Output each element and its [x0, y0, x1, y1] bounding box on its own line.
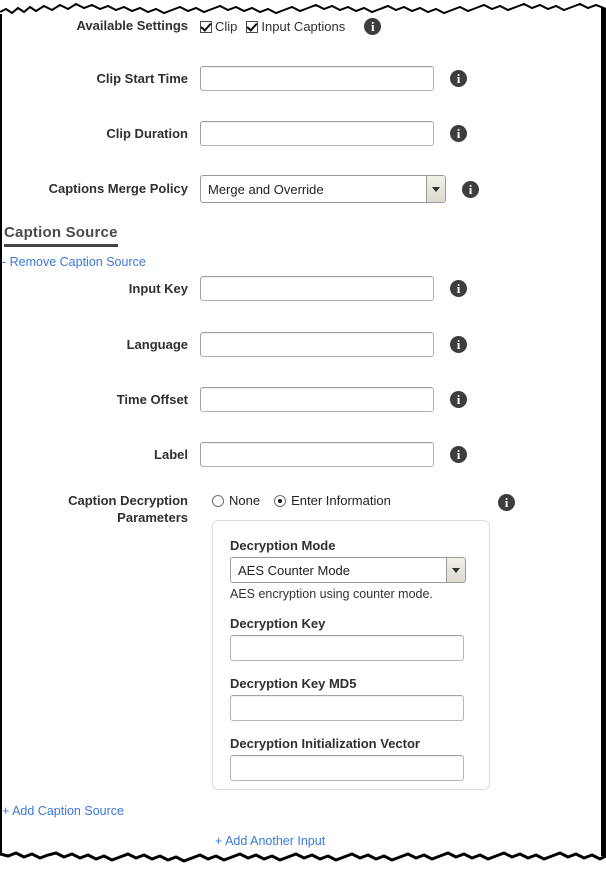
row-available-settings: Available Settings Clip Input Captions i [0, 18, 606, 35]
info-icon-label-field[interactable]: i [450, 446, 467, 463]
decryption-init-vector-group: Decryption Initialization Vector [230, 736, 489, 781]
time-offset-input[interactable] [200, 387, 434, 412]
clip-duration-label: Clip Duration [106, 126, 188, 141]
info-icon-captions-merge-policy[interactable]: i [462, 180, 479, 198]
decryption-parameters-panel: Decryption Mode AES Counter Mode AES enc… [212, 520, 490, 790]
checkbox-clip[interactable] [200, 20, 212, 33]
captions-merge-policy-label: Captions Merge Policy [48, 181, 188, 196]
info-icon-clip-start-time[interactable]: i [450, 70, 467, 87]
row-time-offset: Time Offset i [0, 387, 606, 412]
info-icon-time-offset[interactable]: i [450, 391, 467, 408]
add-caption-source-link[interactable]: + Add Caption Source [2, 804, 124, 818]
info-icon-caption-decryption[interactable]: i [498, 494, 515, 511]
decryption-init-vector-label: Decryption Initialization Vector [230, 736, 420, 751]
settings-form: Available Settings Clip Input Captions i… [0, 0, 606, 870]
row-input-key: Input Key i [0, 276, 606, 301]
available-settings-label: Available Settings [76, 18, 189, 33]
info-icon-input-key[interactable]: i [450, 280, 467, 297]
decryption-key-group: Decryption Key [230, 616, 489, 661]
caption-decryption-parameters-label: Caption Decryption Parameters [0, 492, 200, 526]
row-clip-start-time: Clip Start Time i [0, 66, 606, 91]
chevron-down-icon[interactable] [426, 176, 445, 202]
captions-merge-policy-value: Merge and Override [208, 181, 324, 197]
checkbox-clip-label: Clip [215, 19, 238, 34]
decryption-key-label: Decryption Key [230, 616, 326, 631]
decryption-key-md5-group: Decryption Key MD5 [230, 676, 489, 721]
info-icon-available-settings[interactable]: i [364, 18, 382, 35]
caption-decryption-label-line2: Parameters [117, 510, 188, 525]
label-field-label: Label [154, 447, 188, 462]
caption-decryption-radio-group: None Enter Information [212, 493, 405, 508]
checkbox-input-captions-label: Input Captions [261, 19, 346, 34]
time-offset-label: Time Offset [116, 392, 188, 407]
caption-source-heading: Caption Source [4, 224, 118, 247]
info-icon-language[interactable]: i [450, 336, 467, 353]
caption-decryption-label-line1: Caption Decryption [68, 493, 188, 508]
clip-start-time-input[interactable] [200, 66, 434, 91]
decryption-mode-value: AES Counter Mode [238, 562, 351, 578]
input-key-label: Input Key [128, 281, 188, 296]
radio-none[interactable] [212, 494, 224, 507]
language-input[interactable] [200, 332, 434, 357]
screenshot-page: Available Settings Clip Input Captions i… [0, 0, 606, 870]
chevron-down-icon-decryption-mode[interactable] [446, 558, 465, 582]
label-field-input[interactable] [200, 442, 434, 467]
radio-enter-information[interactable] [274, 494, 287, 507]
decryption-key-input[interactable] [230, 635, 464, 661]
radio-none-label: None [229, 493, 261, 508]
decryption-mode-group: Decryption Mode AES Counter Mode AES enc… [230, 538, 489, 601]
clip-duration-input[interactable] [200, 121, 434, 146]
remove-caption-source-link[interactable]: - Remove Caption Source [2, 255, 146, 269]
row-clip-duration: Clip Duration i [0, 121, 606, 146]
row-label-field: Label i [0, 442, 606, 467]
clip-start-time-label: Clip Start Time [96, 71, 188, 86]
row-language: Language i [0, 332, 606, 357]
decryption-init-vector-input[interactable] [230, 755, 464, 781]
info-icon-clip-duration[interactable]: i [450, 125, 467, 142]
add-another-input-link[interactable]: + Add Another Input [215, 834, 325, 848]
captions-merge-policy-select[interactable]: Merge and Override [200, 175, 446, 203]
decryption-mode-label: Decryption Mode [230, 538, 336, 553]
row-captions-merge-policy: Captions Merge Policy Merge and Override… [0, 175, 606, 203]
decryption-mode-select[interactable]: AES Counter Mode [230, 557, 466, 583]
radio-enter-information-label: Enter Information [291, 493, 391, 508]
decryption-mode-hint: AES encryption using counter mode. [230, 587, 433, 601]
decryption-key-md5-label: Decryption Key MD5 [230, 676, 357, 691]
decryption-key-md5-input[interactable] [230, 695, 464, 721]
language-label: Language [126, 337, 188, 352]
checkbox-input-captions[interactable] [246, 20, 259, 33]
input-key-input[interactable] [200, 276, 434, 301]
